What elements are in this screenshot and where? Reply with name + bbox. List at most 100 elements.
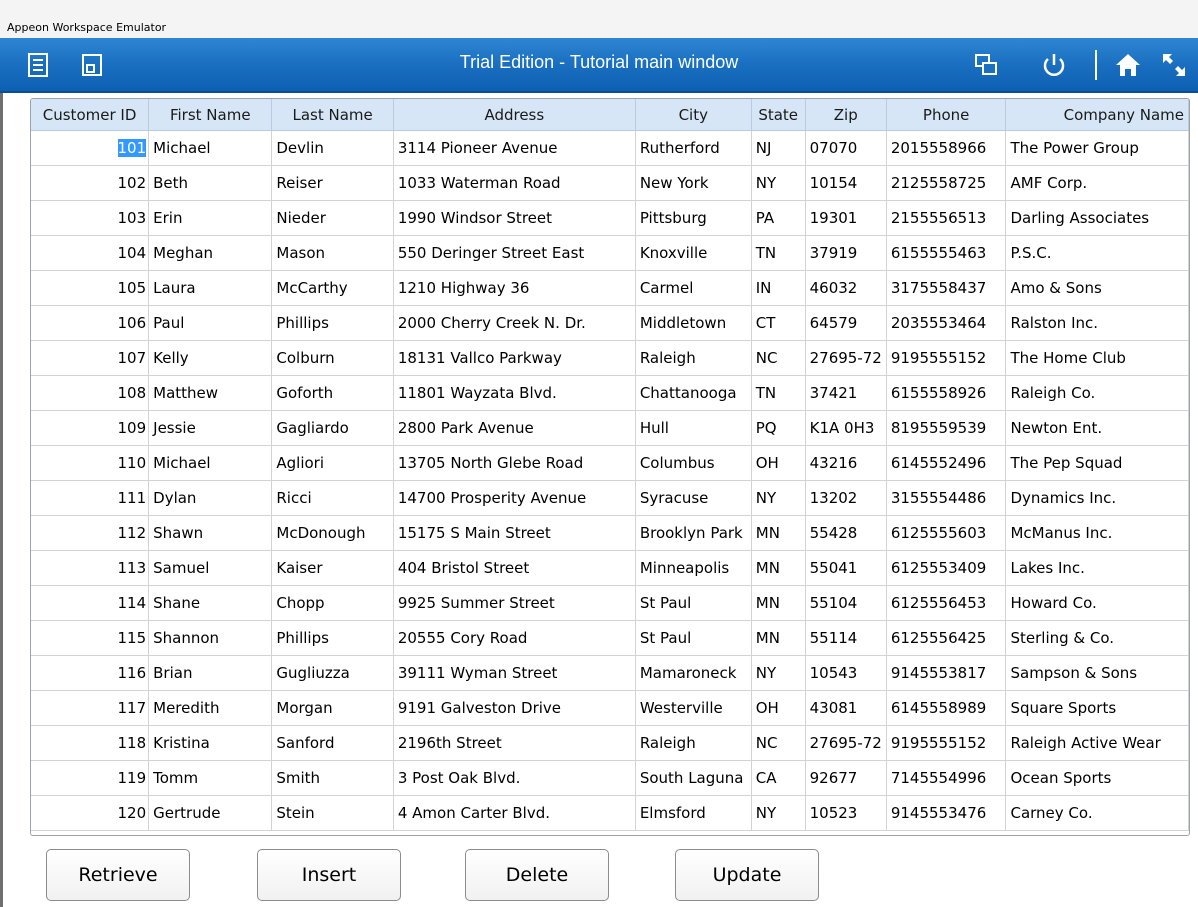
company-name-cell[interactable]: The Pep Squad: [1005, 445, 1189, 481]
last-name-cell[interactable]: Phillips: [271, 305, 394, 341]
city-cell[interactable]: Syracuse: [635, 480, 752, 516]
phone-cell[interactable]: 6145552496: [886, 445, 1007, 481]
zip-cell[interactable]: 46032: [805, 270, 887, 306]
column-header[interactable]: First Name: [148, 99, 273, 131]
zip-cell[interactable]: 55114: [805, 620, 887, 656]
company-name-cell[interactable]: AMF Corp.: [1005, 165, 1189, 201]
address-cell[interactable]: 20555 Cory Road: [393, 620, 636, 656]
state-cell[interactable]: NJ: [751, 130, 806, 166]
last-name-cell[interactable]: McCarthy: [271, 270, 394, 306]
customer-id-cell[interactable]: 103: [31, 200, 150, 236]
customer-id-cell[interactable]: 119: [31, 760, 150, 796]
column-header[interactable]: City: [635, 99, 752, 131]
state-cell[interactable]: TN: [751, 375, 806, 411]
city-cell[interactable]: Brooklyn Park: [635, 515, 752, 551]
customer-id-cell[interactable]: 117: [31, 690, 150, 726]
address-cell[interactable]: 1210 Highway 36: [393, 270, 636, 306]
customer-id-cell[interactable]: 114: [31, 585, 150, 621]
last-name-cell[interactable]: Morgan: [271, 690, 394, 726]
customer-id-cell[interactable]: 104: [31, 235, 150, 271]
address-cell[interactable]: 3 Post Oak Blvd.: [393, 760, 636, 796]
company-name-cell[interactable]: Sterling & Co.: [1005, 620, 1189, 656]
last-name-cell[interactable]: Stein: [271, 795, 394, 831]
state-cell[interactable]: NY: [751, 165, 806, 201]
company-name-cell[interactable]: Newton Ent.: [1005, 410, 1189, 446]
first-name-cell[interactable]: Gertrude: [148, 795, 273, 831]
zip-cell[interactable]: 55104: [805, 585, 887, 621]
address-cell[interactable]: 404 Bristol Street: [393, 550, 636, 586]
zip-cell[interactable]: 10543: [805, 655, 887, 691]
first-name-cell[interactable]: Michael: [148, 445, 273, 481]
table-row[interactable]: 103 Erin Nieder 1990 Windsor Street Pittsbur…: [31, 200, 1189, 236]
customer-id-cell[interactable]: 109: [31, 410, 150, 446]
company-name-cell[interactable]: Square Sports: [1005, 690, 1189, 726]
table-row[interactable]: 104 Meghan Mason 550 Deringer Street East Kn…: [31, 235, 1189, 271]
address-cell[interactable]: 550 Deringer Street East: [393, 235, 636, 271]
first-name-cell[interactable]: Paul: [148, 305, 273, 341]
address-cell[interactable]: 39111 Wyman Street: [393, 655, 636, 691]
customer-id-cell[interactable]: 107: [31, 340, 150, 376]
phone-cell[interactable]: 9145553476: [886, 795, 1007, 831]
city-cell[interactable]: Raleigh: [635, 340, 752, 376]
table-row[interactable]: 106 Paul Phillips 2000 Cherry Creek N. Dr. M…: [31, 305, 1189, 341]
zip-cell[interactable]: 43081: [805, 690, 887, 726]
customer-id-cell[interactable]: 116: [31, 655, 150, 691]
city-cell[interactable]: Mamaroneck: [635, 655, 752, 691]
company-name-cell[interactable]: Raleigh Co.: [1005, 375, 1189, 411]
customer-id-cell[interactable]: 111: [31, 480, 150, 516]
address-cell[interactable]: 3114 Pioneer Avenue: [393, 130, 636, 166]
phone-cell[interactable]: 6125555603: [886, 515, 1007, 551]
company-name-cell[interactable]: P.S.C.: [1005, 235, 1189, 271]
company-name-cell[interactable]: Ralston Inc.: [1005, 305, 1189, 341]
last-name-cell[interactable]: Phillips: [271, 620, 394, 656]
last-name-cell[interactable]: Reiser: [271, 165, 394, 201]
table-row[interactable]: 102 Beth Reiser 1033 Waterman Road New York N…: [31, 165, 1189, 201]
zip-cell[interactable]: 27695-72: [805, 340, 887, 376]
state-cell[interactable]: NC: [751, 340, 806, 376]
customer-id-cell[interactable]: 120: [31, 795, 150, 831]
customer-id-cell[interactable]: 108: [31, 375, 150, 411]
address-cell[interactable]: 4 Amon Carter Blvd.: [393, 795, 636, 831]
table-row[interactable]: 115 Shannon Phillips 20555 Cory Road St Paul…: [31, 620, 1189, 656]
city-cell[interactable]: Chattanooga: [635, 375, 752, 411]
zip-cell[interactable]: 43216: [805, 445, 887, 481]
first-name-cell[interactable]: Samuel: [148, 550, 273, 586]
last-name-cell[interactable]: Gugliuzza: [271, 655, 394, 691]
cascade-windows-icon[interactable]: [972, 51, 1000, 79]
state-cell[interactable]: CA: [751, 760, 806, 796]
phone-cell[interactable]: 6125556453: [886, 585, 1007, 621]
last-name-cell[interactable]: Agliori: [271, 445, 394, 481]
retrieve-button[interactable]: Retrieve: [46, 849, 190, 901]
city-cell[interactable]: Pittsburg: [635, 200, 752, 236]
table-row[interactable]: 107 Kelly Colburn 18131 Vallco Parkway Ralei…: [31, 340, 1189, 376]
table-row[interactable]: 105 Laura McCarthy 1210 Highway 36 Carmel IN 4…: [31, 270, 1189, 306]
company-name-cell[interactable]: Ocean Sports: [1005, 760, 1189, 796]
last-name-cell[interactable]: Chopp: [271, 585, 394, 621]
last-name-cell[interactable]: Mason: [271, 235, 394, 271]
insert-button[interactable]: Insert: [257, 849, 401, 901]
zip-cell[interactable]: 37421: [805, 375, 887, 411]
company-name-cell[interactable]: Dynamics Inc.: [1005, 480, 1189, 516]
expand-icon[interactable]: [1160, 51, 1188, 79]
first-name-cell[interactable]: Kristina: [148, 725, 273, 761]
first-name-cell[interactable]: Jessie: [148, 410, 273, 446]
address-cell[interactable]: 18131 Vallco Parkway: [393, 340, 636, 376]
first-name-cell[interactable]: Shannon: [148, 620, 273, 656]
city-cell[interactable]: Raleigh: [635, 725, 752, 761]
table-row[interactable]: 108 Matthew Goforth 11801 Wayzata Blvd. Chat…: [31, 375, 1189, 411]
last-name-cell[interactable]: Smith: [271, 760, 394, 796]
column-header[interactable]: Customer ID: [31, 99, 150, 131]
company-name-cell[interactable]: The Home Club: [1005, 340, 1189, 376]
last-name-cell[interactable]: Ricci: [271, 480, 394, 516]
last-name-cell[interactable]: McDonough: [271, 515, 394, 551]
delete-button[interactable]: Delete: [465, 849, 609, 901]
phone-cell[interactable]: 2015558966: [886, 130, 1007, 166]
city-cell[interactable]: St Paul: [635, 620, 752, 656]
phone-cell[interactable]: 9145553817: [886, 655, 1007, 691]
company-name-cell[interactable]: McManus Inc.: [1005, 515, 1189, 551]
state-cell[interactable]: MN: [751, 620, 806, 656]
state-cell[interactable]: PQ: [751, 410, 806, 446]
address-cell[interactable]: 11801 Wayzata Blvd.: [393, 375, 636, 411]
customer-id-cell[interactable]: 101: [31, 130, 150, 166]
city-cell[interactable]: New York: [635, 165, 752, 201]
